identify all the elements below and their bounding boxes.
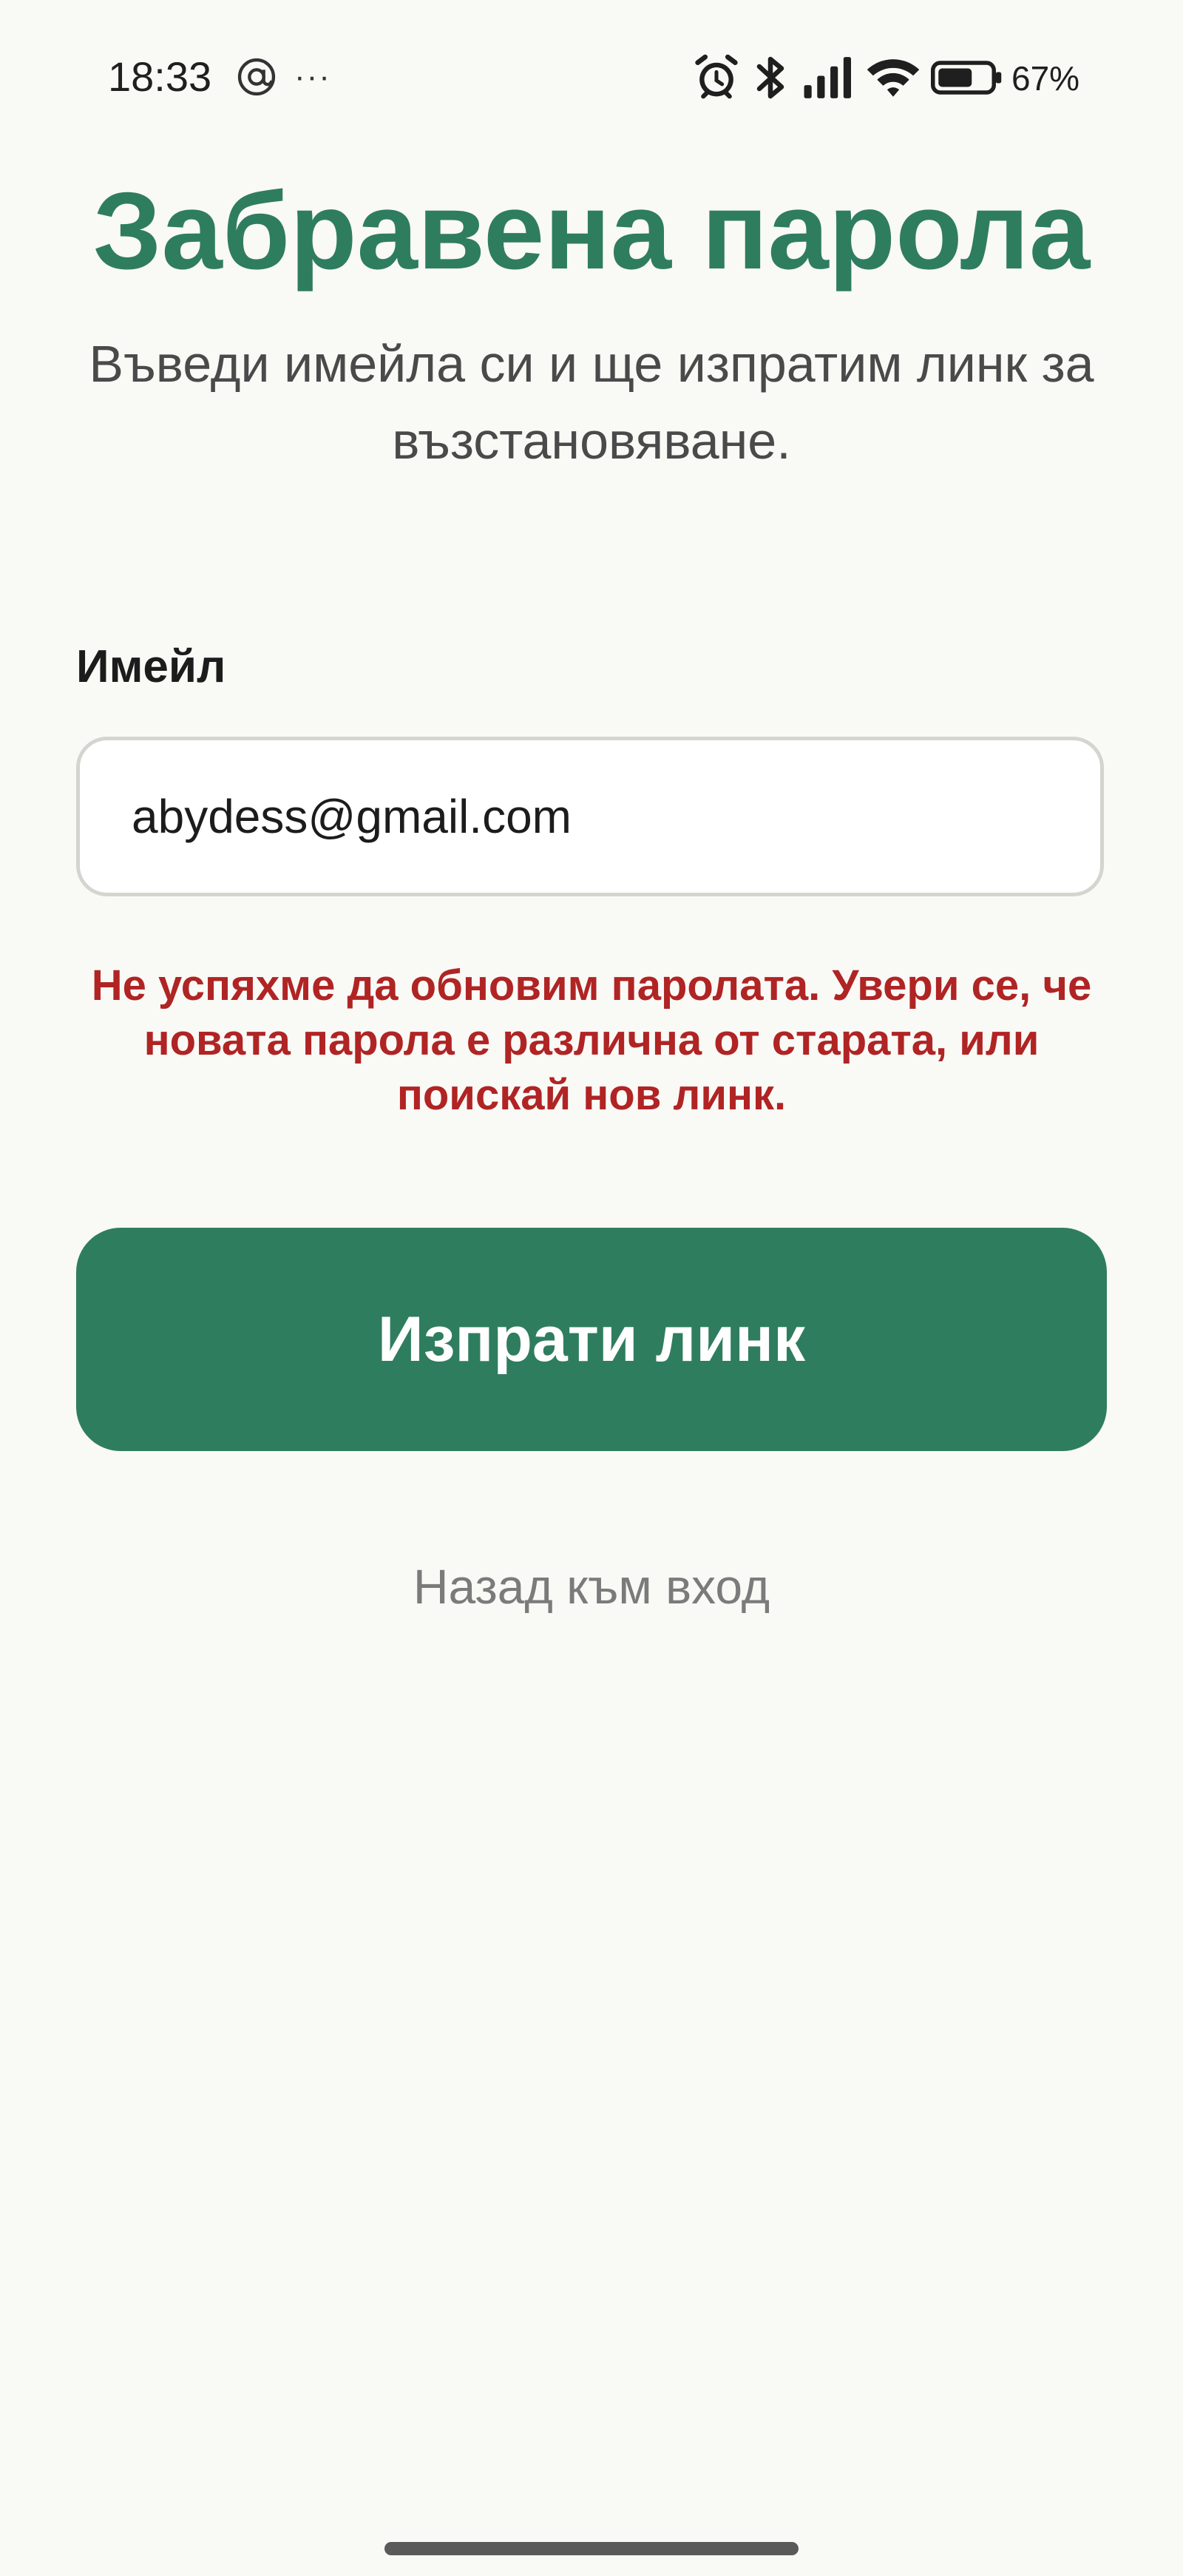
status-overflow: ··· [294, 58, 331, 95]
at-sign-icon [237, 58, 276, 96]
bluetooth-icon [756, 56, 784, 99]
email-field[interactable] [76, 737, 1104, 896]
page-title: Забравена парола [92, 170, 1091, 292]
email-label: Имейл [76, 641, 226, 692]
back-to-login-link[interactable]: Назад към вход [0, 1553, 1183, 1620]
alarm-icon [695, 54, 738, 99]
send-link-button[interactable]: Изпрати линк [76, 1228, 1107, 1451]
wifi-icon [867, 59, 920, 97]
error-message: Не успяхме да обновим паролата. Увери се… [91, 961, 1092, 1119]
home-indicator[interactable] [384, 2542, 799, 2555]
page-subtitle: Въведи имейла си и ще изпратим линк за в… [89, 335, 1094, 470]
battery-icon [931, 61, 1002, 95]
battery-percent: 67% [1011, 59, 1080, 98]
signal-icon [804, 57, 851, 98]
status-bar: 18:33 ··· 67% [0, 0, 1183, 155]
status-time: 18:33 [108, 53, 212, 100]
